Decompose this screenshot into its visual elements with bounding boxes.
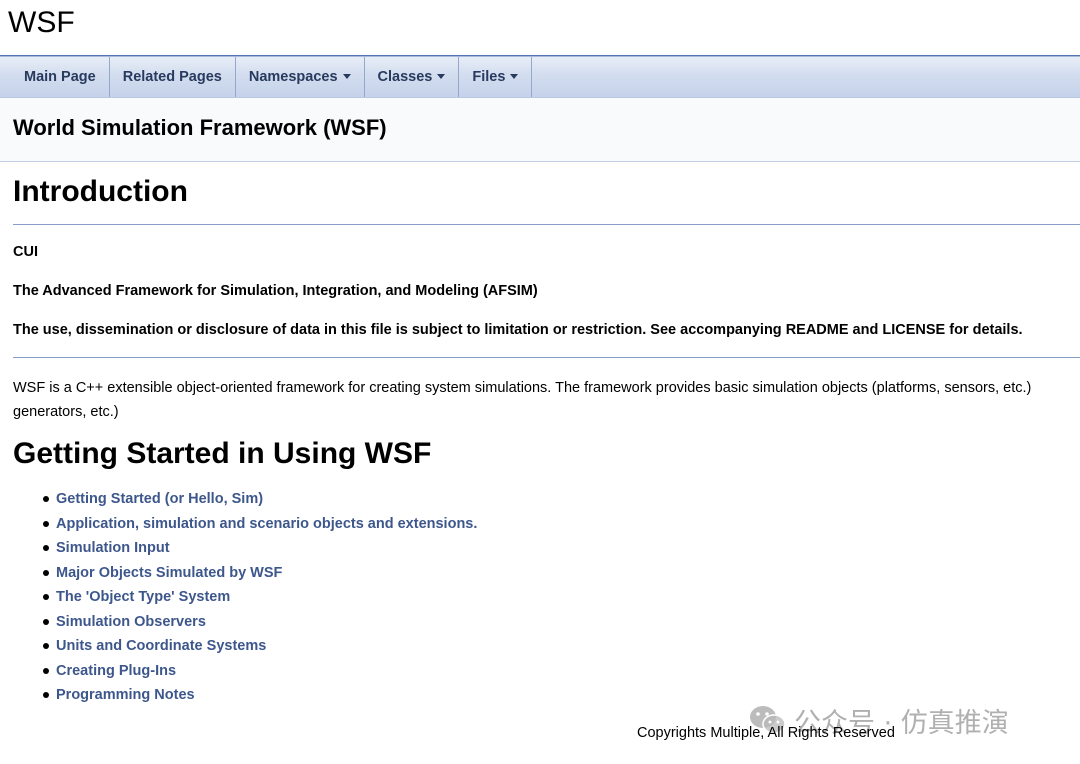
nav-namespaces[interactable]: Namespaces <box>236 57 365 97</box>
link-simulation-observers[interactable]: Simulation Observers <box>56 614 206 630</box>
bullet-icon <box>43 496 49 502</box>
list-item: Programming Notes <box>13 684 477 709</box>
bullet-icon <box>43 569 49 576</box>
link-creating-plugins[interactable]: Creating Plug-Ins <box>56 663 176 679</box>
getting-started-list: Getting Started (or Hello, Sim) Applicat… <box>13 488 477 709</box>
page-contents: Introduction CUI The Advanced Framework … <box>13 160 1080 703</box>
bullet-icon <box>43 667 49 674</box>
link-programming-notes[interactable]: Programming Notes <box>56 687 195 703</box>
description-paragraph: WSF is a C++ extensible object-oriented … <box>13 380 1032 420</box>
project-name: WSF <box>8 6 75 39</box>
link-object-type-system[interactable]: The 'Object Type' System <box>56 589 230 605</box>
restriction-notice: The use, dissemination or disclosure of … <box>13 322 1023 338</box>
nav-main-page[interactable]: Main Page <box>0 57 110 97</box>
section-divider <box>13 357 1080 358</box>
list-item: Application, simulation and scenario obj… <box>13 513 477 538</box>
nav-related-pages[interactable]: Related Pages <box>110 57 236 97</box>
chevron-down-icon <box>437 73 446 79</box>
copyright-footer: Copyrights Multiple, All Rights Reserved <box>637 725 895 741</box>
bullet-icon <box>43 643 49 649</box>
list-item: Simulation Input <box>13 537 477 562</box>
main-navbar: Main Page Related Pages Namespaces Class… <box>0 56 1080 98</box>
nav-classes-label: Classes <box>377 69 433 85</box>
list-item: Units and Coordinate Systems <box>13 635 477 660</box>
bullet-icon <box>43 545 49 551</box>
list-item: Creating Plug-Ins <box>13 660 477 685</box>
chevron-down-icon <box>342 73 351 79</box>
nav-related-pages-label: Related Pages <box>122 69 222 85</box>
bullet-icon <box>43 594 49 600</box>
page-header: World Simulation Framework (WSF) <box>0 98 1080 162</box>
nav-files-label: Files <box>472 69 506 85</box>
getting-started-heading: Getting Started in Using WSF <box>13 437 432 470</box>
nav-classes[interactable]: Classes <box>365 57 460 97</box>
list-item: Simulation Observers <box>13 611 477 636</box>
list-item: Getting Started (or Hello, Sim) <box>13 488 477 513</box>
nav-files[interactable]: Files <box>459 57 533 97</box>
afsim-title-line: The Advanced Framework for Simulation, I… <box>13 283 538 299</box>
link-major-objects[interactable]: Major Objects Simulated by WSF <box>56 565 282 581</box>
title-area: WSF <box>0 0 1080 56</box>
nav-namespaces-label: Namespaces <box>248 69 338 85</box>
link-units-coordinates[interactable]: Units and Coordinate Systems <box>56 638 266 654</box>
cui-marking: CUI <box>13 244 38 260</box>
bullet-icon <box>43 692 49 698</box>
nav-main-page-label: Main Page <box>24 69 96 85</box>
bullet-icon <box>43 520 49 527</box>
link-getting-started[interactable]: Getting Started (or Hello, Sim) <box>56 491 263 507</box>
page-title: World Simulation Framework (WSF) <box>13 115 387 140</box>
bullet-icon <box>43 618 49 625</box>
list-item: Major Objects Simulated by WSF <box>13 562 477 587</box>
link-simulation-input[interactable]: Simulation Input <box>56 540 170 556</box>
link-application-objects[interactable]: Application, simulation and scenario obj… <box>56 516 477 532</box>
chevron-down-icon <box>510 73 519 79</box>
list-item: The 'Object Type' System <box>13 586 477 611</box>
introduction-heading: Introduction <box>13 160 1080 225</box>
